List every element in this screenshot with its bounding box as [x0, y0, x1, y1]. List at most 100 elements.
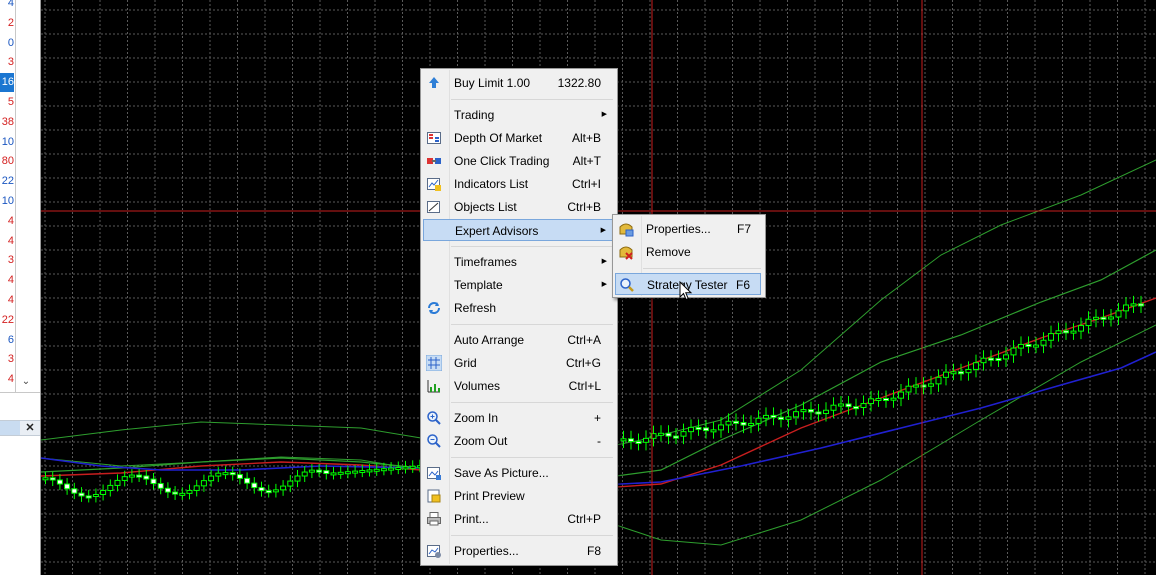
tick-count-item: 3: [7, 353, 14, 366]
menu-item-zoom-in[interactable]: Zoom In +: [423, 407, 613, 429]
menu-item-label: Objects List: [454, 200, 517, 214]
candle-body: [823, 409, 829, 415]
tick-count-item: 4: [7, 214, 14, 227]
candle-body: [718, 424, 724, 431]
candle-body: [402, 466, 409, 470]
candle-body: [838, 403, 844, 407]
menu-item-grid[interactable]: Grid Ctrl+G: [423, 352, 613, 374]
menu-item-shortcut: F8: [586, 544, 601, 558]
menu-item-label: Expert Advisors: [455, 224, 539, 238]
candle-body: [179, 492, 186, 496]
menu-item-indicators-list[interactable]: Indicators List Ctrl+I: [423, 173, 613, 195]
menu-separator: [451, 246, 613, 247]
tick-count-item: 4: [7, 294, 14, 306]
menu-item-print[interactable]: Print... Ctrl+P: [423, 508, 613, 530]
candle-body: [186, 489, 193, 494]
menu-item-shortcut: Ctrl+G: [565, 356, 601, 370]
menu-item-auto-arrange[interactable]: Auto Arrange Ctrl+A: [423, 329, 613, 351]
candle-body: [366, 469, 373, 473]
print-preview-icon: [426, 488, 442, 504]
submenu-item-properties[interactable]: Properties... F7: [615, 218, 761, 240]
one-click-trading-icon: [426, 153, 442, 169]
candle-body: [740, 422, 747, 426]
candle-body: [373, 468, 380, 472]
candle-body: [725, 420, 732, 426]
tick-count-item: 16: [0, 73, 14, 93]
menu-separator: [451, 457, 613, 458]
candle-body: [272, 489, 279, 493]
menu-separator: [451, 402, 613, 403]
panel-tab[interactable]: [0, 421, 20, 435]
candle-body: [785, 416, 792, 420]
candle-body: [845, 403, 852, 408]
candle-body: [853, 406, 859, 410]
candle-body: [988, 357, 994, 361]
scroll-down-icon[interactable]: ⌄: [19, 376, 33, 390]
menu-item-buy-limit-1-00[interactable]: Buy Limit 1.00 1322.80: [423, 72, 613, 94]
menu-item-shortcut: Ctrl+B: [567, 200, 601, 214]
submenu-arrow-icon: ▶: [601, 111, 607, 118]
candle-body: [890, 397, 897, 401]
candle-body: [913, 384, 919, 388]
menu-item-refresh[interactable]: Refresh: [423, 297, 613, 319]
menu-item-print-preview[interactable]: Print Preview: [423, 485, 613, 507]
menu-item-expert-advisors[interactable]: Expert Advisors ▶: [423, 219, 613, 241]
candle-body: [793, 411, 799, 418]
menu-item-objects-list[interactable]: Objects List Ctrl+B: [423, 196, 613, 218]
menu-item-template[interactable]: Template ▶: [423, 274, 613, 296]
menu-item-volumes[interactable]: Volumes Ctrl+L: [423, 375, 613, 397]
candle-body: [965, 368, 972, 374]
candle-body: [71, 488, 78, 494]
tick-count-item: 10: [1, 135, 14, 148]
candle-body: [1010, 347, 1017, 356]
menu-item-label: Properties...: [454, 544, 519, 558]
menu-item-label: Buy Limit 1.00: [454, 76, 531, 90]
menu-item-properties[interactable]: Properties... F8: [423, 540, 613, 562]
submenu-arrow-icon: ▶: [600, 227, 606, 234]
tick-count-item: 5: [7, 96, 14, 108]
candle-body: [49, 477, 56, 481]
candle-body: [193, 485, 200, 491]
submenu-item-remove[interactable]: Remove: [615, 241, 761, 263]
menu-item-one-click-trading[interactable]: One Click Trading Alt+T: [423, 150, 613, 172]
menu-item-shortcut: +: [593, 411, 601, 425]
candle-body: [1018, 343, 1024, 349]
tick-count-item: 80: [1, 155, 14, 168]
strategy-tester-icon: [619, 277, 635, 293]
menu-item-shortcut: F7: [736, 222, 751, 236]
candle-body: [928, 383, 934, 387]
candle-body: [316, 469, 323, 473]
menu-item-depth-of-market[interactable]: Depth Of Market Alt+B: [423, 127, 613, 149]
menu-separator: [451, 324, 613, 325]
chart-context-menu: Buy Limit 1.00 1322.80 Trading ▶ Depth Of Ma…: [420, 68, 618, 566]
menu-separator: [451, 99, 613, 100]
candle-body: [688, 426, 694, 433]
candle-body: [763, 414, 769, 419]
volumes-icon: [426, 378, 442, 394]
save-picture-icon: [426, 465, 442, 481]
tick-count-item: 3: [7, 56, 14, 69]
candle-body: [164, 487, 171, 493]
candle-body: [344, 471, 351, 475]
menu-item-trading[interactable]: Trading ▶: [423, 104, 613, 126]
candle-body: [1100, 316, 1107, 320]
candle-body: [208, 475, 215, 482]
close-icon[interactable]: ✕: [24, 421, 36, 435]
candle-body: [56, 479, 63, 485]
candle-body: [150, 478, 157, 485]
candle-body: [778, 416, 784, 420]
candle-body: [359, 470, 366, 474]
candle-body: [770, 414, 777, 418]
print-icon: [426, 511, 442, 527]
candle-body: [1025, 343, 1032, 347]
candle-body: [658, 432, 664, 436]
candle-body: [258, 487, 265, 492]
menu-item-timeframes[interactable]: Timeframes ▶: [423, 251, 613, 273]
candle-body: [308, 469, 315, 473]
candle-body: [280, 485, 287, 491]
tick-count-item: 4: [7, 274, 14, 287]
candle-body: [815, 411, 822, 415]
menu-item-zoom-out[interactable]: Zoom Out -: [423, 430, 613, 452]
menu-item-save-as-picture[interactable]: Save As Picture...: [423, 462, 613, 484]
candle-body: [710, 429, 717, 433]
